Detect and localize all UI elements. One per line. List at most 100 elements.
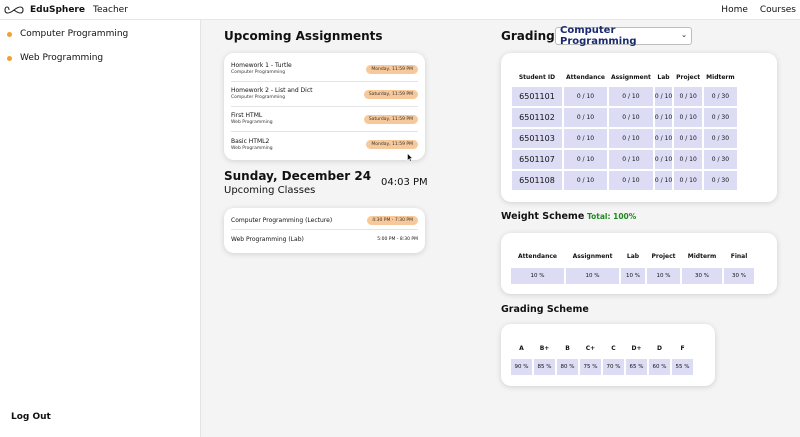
grade-cell[interactable]: 0 / 10 xyxy=(564,150,607,169)
grade-cell[interactable]: 0 / 10 xyxy=(674,129,703,148)
sidebar-item-label: Computer Programming xyxy=(20,29,129,39)
grading-scheme-title: Grading Scheme xyxy=(501,304,589,315)
due-badge: Saturday, 11:59 PM xyxy=(363,89,418,99)
weight-cell[interactable]: 30 % xyxy=(724,268,754,284)
threshold-cell[interactable]: 80 % xyxy=(557,359,578,375)
threshold-cell[interactable]: 70 % xyxy=(603,359,624,375)
grade-cell[interactable]: 0 / 10 xyxy=(654,150,673,169)
grade-cell[interactable]: 0 / 10 xyxy=(654,129,673,148)
column-header: Midterm xyxy=(706,73,735,81)
threshold-cell[interactable]: 60 % xyxy=(649,359,670,375)
threshold-cell[interactable]: 65 % xyxy=(626,359,647,375)
grade-cell[interactable]: 0 / 30 xyxy=(704,171,737,190)
grade-cell[interactable]: 0 / 10 xyxy=(608,108,653,127)
class-time: 5:00 PM - 8:30 PM xyxy=(377,237,418,242)
column-header: Attendance xyxy=(566,73,605,81)
sidebar-item-computer-programming[interactable]: Computer Programming xyxy=(0,22,200,46)
due-badge: Saturday, 11:59 PM xyxy=(363,114,418,124)
grade-cell[interactable]: 0 / 10 xyxy=(564,129,607,148)
sidebar: Computer Programming Web Programming Log… xyxy=(0,20,201,437)
grade-header: C+ xyxy=(585,344,596,352)
assignment-item[interactable]: Homework 2 - List and Dict Computer Prog… xyxy=(231,82,418,107)
weight-table: Attendance Assignment Lab Project Midter… xyxy=(509,244,756,286)
weight-cell[interactable]: 10 % xyxy=(566,268,619,284)
table-row: 6501102 0 / 10 0 / 10 0 / 10 0 / 10 0 / … xyxy=(512,108,737,127)
threshold-cell[interactable]: 55 % xyxy=(672,359,693,375)
assignment-item[interactable]: First HTML Web Programming Saturday, 11:… xyxy=(231,107,418,132)
assignments-title: Upcoming Assignments xyxy=(224,29,383,43)
grade-cell[interactable]: 0 / 10 xyxy=(608,87,653,106)
table-header-row: Student ID Attendance Assignment Lab Pro… xyxy=(512,69,737,85)
grade-cell[interactable]: 0 / 10 xyxy=(674,108,703,127)
due-badge: Monday, 11:59 PM xyxy=(366,140,418,149)
student-id-cell: 6501108 xyxy=(512,171,562,190)
logout-button[interactable]: Log Out xyxy=(11,412,51,422)
grade-cell[interactable]: 0 / 10 xyxy=(674,150,703,169)
brand-name: EduSphere xyxy=(30,4,85,15)
grade-cell[interactable]: 0 / 10 xyxy=(674,171,703,190)
grade-cell[interactable]: 0 / 30 xyxy=(704,87,737,106)
nav-courses-link[interactable]: Courses xyxy=(760,5,796,15)
grade-cell[interactable]: 0 / 10 xyxy=(654,108,673,127)
course-select[interactable]: Computer Programming ⌄ xyxy=(555,25,692,47)
student-id-cell: 6501107 xyxy=(512,150,562,169)
threshold-cell[interactable]: 85 % xyxy=(534,359,555,375)
grade-cell[interactable]: 0 / 10 xyxy=(608,171,653,190)
assignment-course: Computer Programming xyxy=(231,95,286,100)
bullet-dot-icon xyxy=(7,31,12,37)
grading-label: Grading: xyxy=(501,29,560,43)
assignments-card: Homework 1 - Turtle Computer Programming… xyxy=(224,53,425,160)
column-header: Assignment xyxy=(572,252,613,260)
assignment-item[interactable]: Homework 1 - Turtle Computer Programming… xyxy=(231,57,418,82)
grade-header: B+ xyxy=(539,344,550,352)
weight-cell[interactable]: 30 % xyxy=(682,268,722,284)
column-header: Final xyxy=(730,252,748,260)
grades-table: Student ID Attendance Assignment Lab Pro… xyxy=(510,67,739,192)
weight-cell[interactable]: 10 % xyxy=(511,268,564,284)
grade-header: A xyxy=(519,344,524,352)
upcoming-classes-title: Upcoming Classes xyxy=(224,185,316,196)
assignment-name: First HTML xyxy=(231,112,263,119)
threshold-cell[interactable]: 75 % xyxy=(580,359,601,375)
current-time: 04:03 PM xyxy=(381,177,428,188)
grade-cell[interactable]: 0 / 10 xyxy=(654,171,673,190)
threshold-cell[interactable]: 90 % xyxy=(511,359,532,375)
bullet-dot-icon xyxy=(7,55,12,61)
grade-cell[interactable]: 0 / 10 xyxy=(674,87,703,106)
nav-home-link[interactable]: Home xyxy=(721,5,748,15)
user-role: Teacher xyxy=(92,4,128,15)
grading-scheme-table: A B+ B C+ C D+ D F 90 % 85 % 80 % 75 % 7… xyxy=(509,337,695,377)
grade-cell[interactable]: 0 / 10 xyxy=(564,87,607,106)
class-name: Web Programming (Lab) xyxy=(231,236,304,243)
grade-cell[interactable]: 0 / 30 xyxy=(704,150,737,169)
grade-cell[interactable]: 0 / 10 xyxy=(564,108,607,127)
weight-total: Total: 100% xyxy=(587,212,637,221)
assignment-name: Homework 1 - Turtle xyxy=(231,62,292,69)
assignment-name: Homework 2 - List and Dict xyxy=(231,87,313,94)
grade-cell[interactable]: 0 / 30 xyxy=(704,129,737,148)
column-header: Lab xyxy=(657,73,670,81)
weight-cell[interactable]: 10 % xyxy=(621,268,645,284)
table-row: 6501101 0 / 10 0 / 10 0 / 10 0 / 10 0 / … xyxy=(512,87,737,106)
grade-cell[interactable]: 0 / 10 xyxy=(564,171,607,190)
grade-cell[interactable]: 0 / 10 xyxy=(608,150,653,169)
due-badge: Monday, 11:59 PM xyxy=(366,64,418,74)
table-row: 10 % 10 % 10 % 10 % 30 % 30 % xyxy=(511,268,754,284)
student-id-cell: 6501101 xyxy=(512,87,562,106)
table-row: 6501107 0 / 10 0 / 10 0 / 10 0 / 10 0 / … xyxy=(512,150,737,169)
grade-cell[interactable]: 0 / 30 xyxy=(704,108,737,127)
assignment-course: Web Programming xyxy=(231,120,273,125)
top-bar: EduSphere Teacher Home Courses xyxy=(0,0,800,20)
assignment-item[interactable]: Basic HTML2 Web Programming Monday, 11:5… xyxy=(231,132,418,157)
student-id-cell: 6501103 xyxy=(512,129,562,148)
grade-cell[interactable]: 0 / 10 xyxy=(608,129,653,148)
grade-cell[interactable]: 0 / 10 xyxy=(654,87,673,106)
class-item[interactable]: Web Programming (Lab) 5:00 PM - 8:30 PM xyxy=(231,230,418,249)
sidebar-item-web-programming[interactable]: Web Programming xyxy=(0,46,200,70)
column-header: Project xyxy=(651,252,676,260)
column-header: Attendance xyxy=(518,252,557,260)
weight-cell[interactable]: 10 % xyxy=(647,268,680,284)
class-item[interactable]: Computer Programming (Lecture) 4:30 PM -… xyxy=(231,211,418,230)
grade-header: D xyxy=(657,344,662,352)
course-select-value: Computer Programming xyxy=(560,25,637,47)
